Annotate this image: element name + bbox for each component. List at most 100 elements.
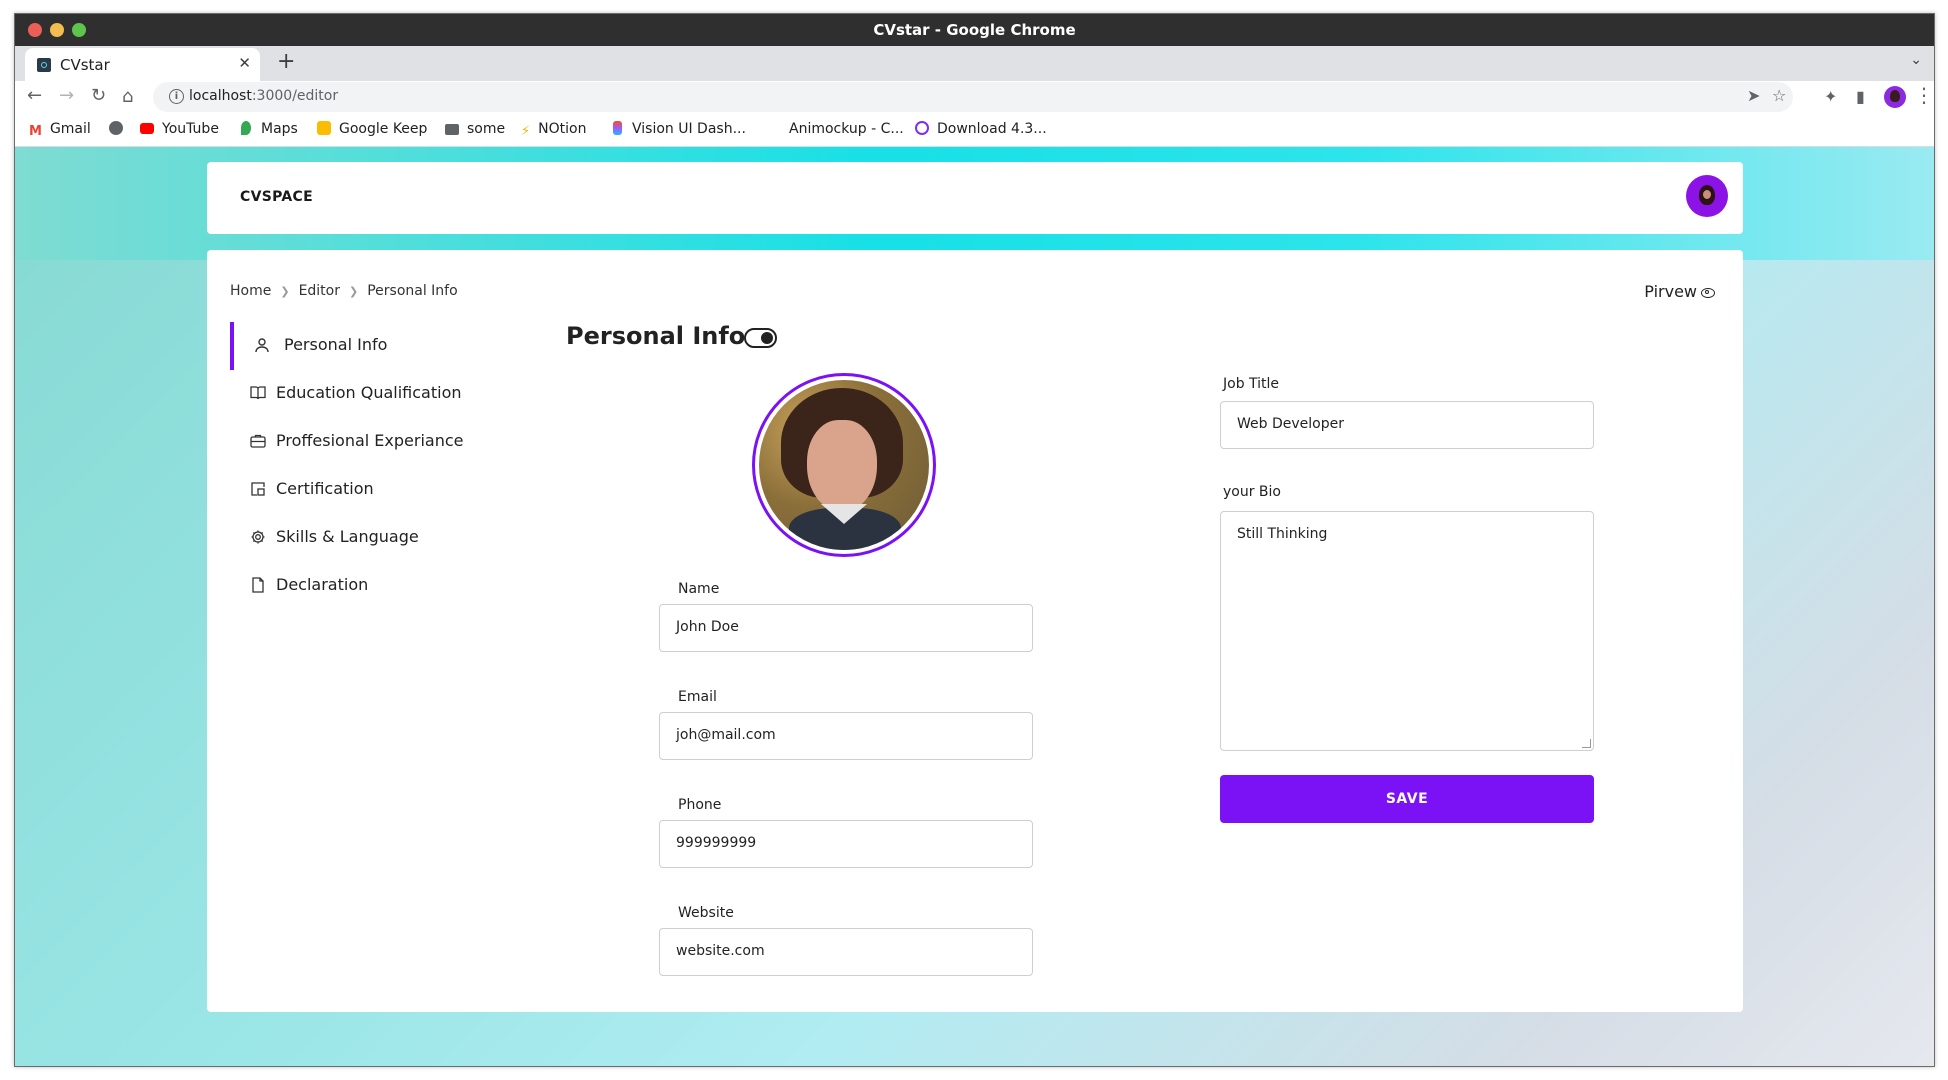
gmail-icon: M: [29, 124, 42, 139]
page-content: CVSPACE Home ❯ Editor ❯ Personal Info Pirvew…: [15, 147, 1934, 1066]
nav-label: Proffesional Experiance: [276, 431, 464, 450]
app-header: CVSPACE: [207, 162, 1743, 234]
name-field[interactable]: John Doe: [659, 604, 1033, 652]
preview-button[interactable]: Pirvew: [1644, 282, 1715, 301]
back-icon[interactable]: ←: [27, 85, 42, 106]
section-title: Personal Info: [566, 322, 746, 350]
bio-value: Still Thinking: [1237, 526, 1328, 542]
name-label: Name: [678, 581, 720, 597]
nav-item-skills[interactable]: Skills & Language: [230, 514, 530, 562]
user-avatar[interactable]: [1686, 175, 1728, 217]
nav-item-education[interactable]: Education Qualification: [230, 370, 530, 418]
new-tab-button[interactable]: +: [277, 49, 295, 74]
send-icon[interactable]: ➤: [1747, 86, 1760, 105]
email-value: joh@mail.com: [676, 727, 776, 743]
download-site-icon: [915, 121, 929, 135]
bookmark-star-icon[interactable]: ☆: [1772, 86, 1786, 105]
extensions-icon[interactable]: ✦: [1824, 87, 1837, 106]
toggle-knob: [761, 332, 773, 344]
url-text[interactable]: localhost:3000/editor: [189, 88, 338, 104]
nav-item-experience[interactable]: Proffesional Experiance: [230, 418, 530, 466]
bookmark-globe[interactable]: [109, 121, 131, 137]
breadcrumb-editor[interactable]: Editor: [299, 283, 340, 299]
phone-label: Phone: [678, 797, 722, 813]
bookmark-gmail[interactable]: M Gmail: [29, 121, 91, 139]
tab-favicon-icon: [37, 58, 51, 72]
email-field[interactable]: joh@mail.com: [659, 712, 1033, 760]
bookmark-notion[interactable]: ⚡ NOtion: [521, 121, 586, 139]
maps-icon: [241, 121, 251, 135]
website-field[interactable]: website.com: [659, 928, 1033, 976]
keep-icon: [317, 121, 331, 135]
nav-label: Certification: [276, 479, 374, 498]
nav-item-declaration[interactable]: Declaration: [230, 562, 530, 610]
certificate-icon: [250, 481, 266, 497]
bookmark-animockup[interactable]: Animockup - C...: [789, 121, 904, 137]
section-toggle[interactable]: [744, 328, 777, 348]
tab-strip: CVstar ✕ + ⌄: [15, 46, 1934, 81]
menu-icon[interactable]: ⋮: [1914, 83, 1934, 107]
home-icon[interactable]: ⌂: [122, 86, 133, 107]
briefcase-icon: [250, 433, 266, 449]
browser-toolbar: ← → ↻ ⌂ i localhost:3000/editor ➤ ☆ ✦ ▮ …: [15, 81, 1934, 114]
book-icon: [250, 385, 266, 401]
bio-textarea[interactable]: Still Thinking: [1220, 511, 1594, 751]
gear-icon: [250, 529, 266, 545]
tab-title: CVstar: [60, 56, 110, 74]
nav-label: Declaration: [276, 575, 369, 594]
bookmarks-bar: M Gmail YouTube Maps Google Keep some ⚡ NO…: [15, 114, 1934, 147]
brand-logo[interactable]: CVSPACE: [240, 189, 313, 205]
document-icon: [250, 577, 266, 593]
breadcrumb: Home ❯ Editor ❯ Personal Info: [230, 283, 458, 299]
job-title-value: Web Developer: [1237, 416, 1344, 432]
nav-item-certification[interactable]: Certification: [230, 466, 530, 514]
name-value: John Doe: [676, 619, 739, 635]
profile-photo-image: [759, 380, 929, 550]
reload-icon[interactable]: ↻: [91, 85, 106, 106]
figma-icon: [613, 121, 622, 135]
bookmark-download[interactable]: Download 4.3...: [915, 121, 1047, 137]
folder-icon: [445, 124, 459, 135]
job-title-field[interactable]: Web Developer: [1220, 401, 1594, 449]
bookmark-maps[interactable]: Maps: [241, 121, 298, 137]
nav-label: Skills & Language: [276, 527, 419, 546]
avatar-face: [1703, 190, 1711, 199]
email-label: Email: [678, 689, 717, 705]
photo-face: [807, 420, 877, 512]
globe-icon: [109, 121, 123, 135]
youtube-icon: [140, 123, 154, 134]
bookmark-vision-ui[interactable]: Vision UI Dash...: [613, 121, 746, 137]
profile-avatar-icon[interactable]: [1884, 86, 1906, 108]
nav-label: Education Qualification: [276, 383, 462, 402]
bookmark-youtube[interactable]: YouTube: [140, 121, 219, 137]
phone-field[interactable]: 999999999: [659, 820, 1033, 868]
section-nav: Personal Info Education Qualification Pr…: [230, 322, 530, 610]
eye-icon: [1701, 288, 1715, 298]
window-titlebar: CVstar - Google Chrome: [15, 14, 1934, 46]
browser-window: CVstar - Google Chrome CVstar ✕ + ⌄ ← → …: [14, 13, 1935, 1067]
resize-handle-icon[interactable]: [1582, 739, 1591, 748]
address-bar[interactable]: i localhost:3000/editor ➤ ☆: [153, 82, 1793, 112]
url-path: :3000/editor: [251, 88, 339, 104]
tab-close-icon[interactable]: ✕: [238, 54, 251, 72]
tab-search-icon[interactable]: ⌄: [1910, 52, 1922, 68]
site-info-icon[interactable]: i: [169, 89, 184, 104]
website-label: Website: [678, 905, 734, 921]
save-button[interactable]: SAVE: [1220, 775, 1594, 823]
browser-tab[interactable]: CVstar ✕: [25, 48, 260, 81]
bolt-icon: ⚡: [521, 124, 531, 139]
chevron-right-icon: ❯: [349, 284, 359, 298]
url-host: localhost: [189, 88, 252, 104]
forward-icon[interactable]: →: [59, 85, 74, 106]
bookmark-some[interactable]: some: [445, 121, 505, 137]
profile-photo[interactable]: [752, 373, 936, 557]
breadcrumb-current: Personal Info: [367, 283, 458, 299]
side-panel-icon[interactable]: ▮: [1856, 87, 1865, 106]
bio-label: your Bio: [1223, 484, 1281, 500]
preview-label: Pirvew: [1644, 282, 1697, 301]
user-icon: [254, 337, 270, 353]
bookmark-google-keep[interactable]: Google Keep: [317, 121, 427, 137]
nav-item-personal-info[interactable]: Personal Info: [230, 322, 530, 370]
editor-card: Home ❯ Editor ❯ Personal Info Pirvew Persona…: [207, 250, 1743, 1012]
breadcrumb-home[interactable]: Home: [230, 283, 271, 299]
